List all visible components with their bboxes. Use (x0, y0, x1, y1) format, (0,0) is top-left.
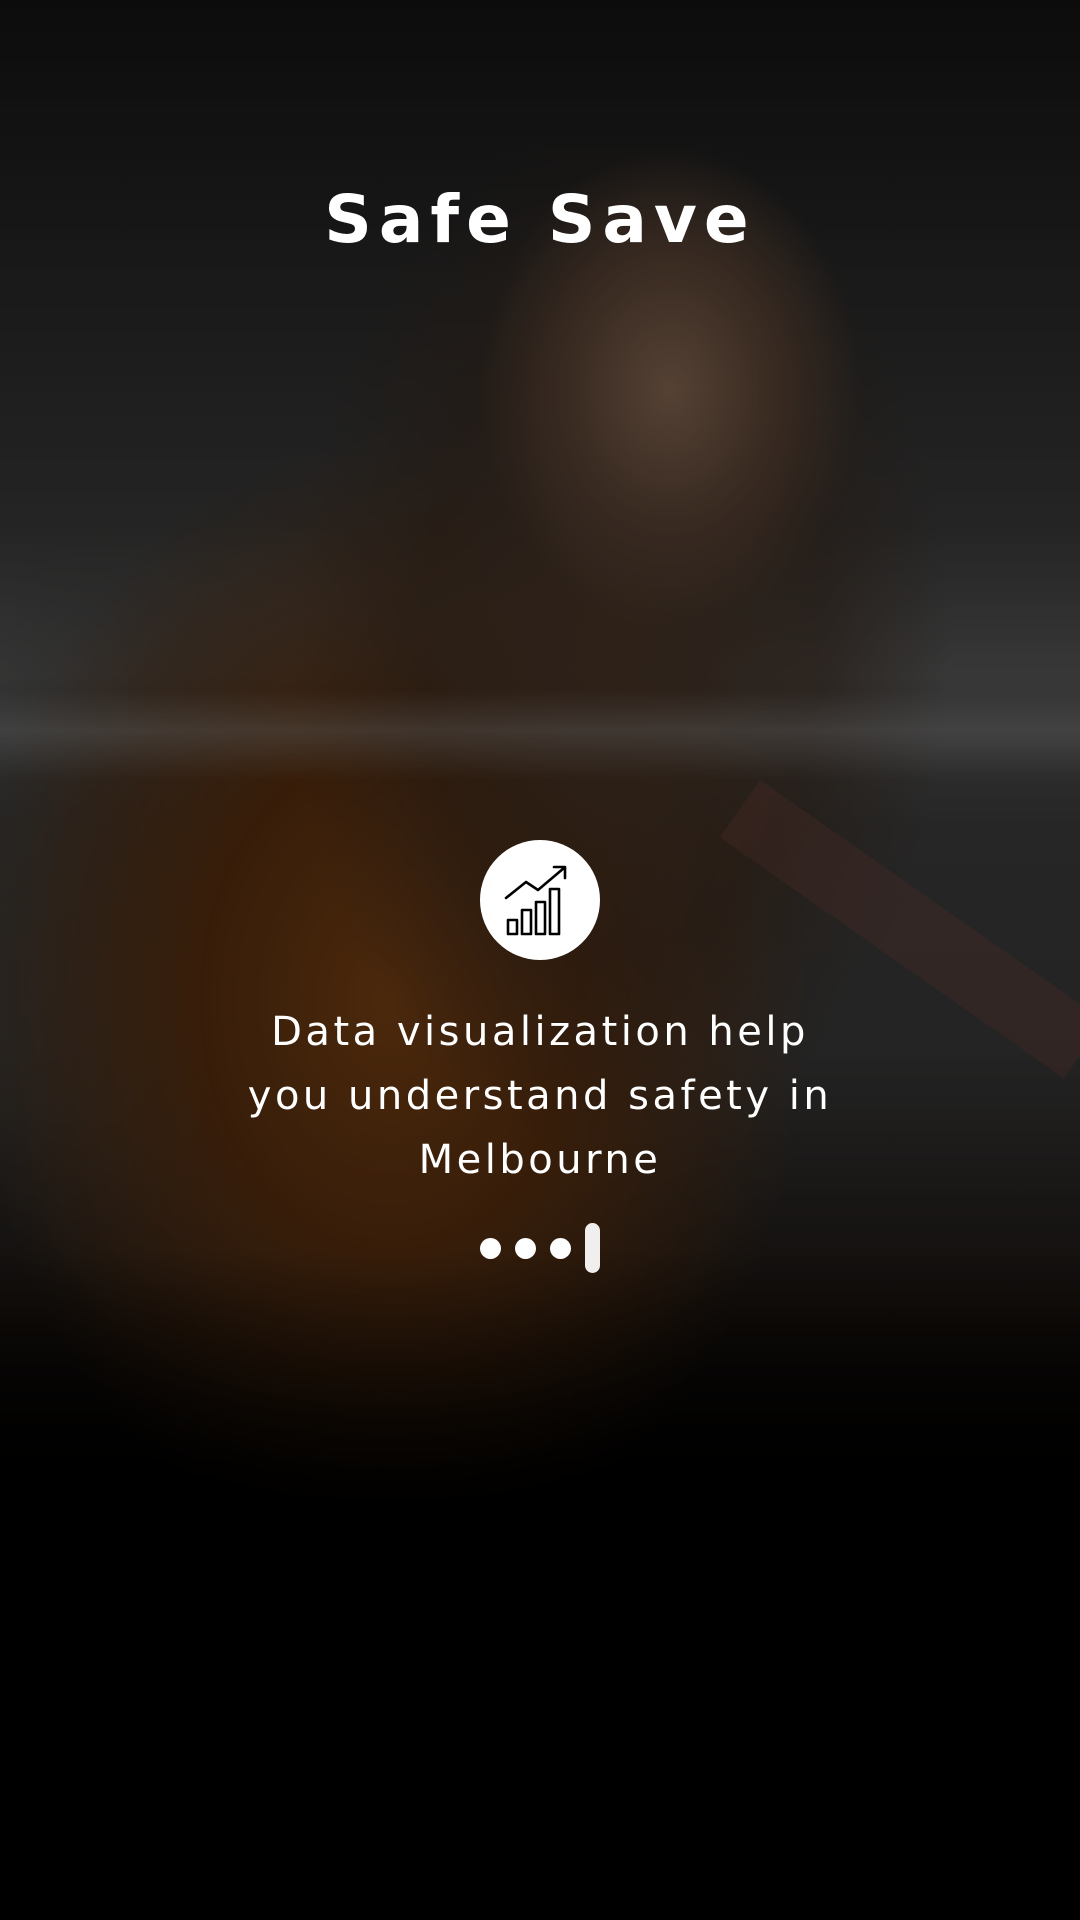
page-dot-active[interactable] (585, 1223, 600, 1273)
page-dot[interactable] (515, 1237, 536, 1259)
onboarding-screen: Safe Save Data visualization help you un… (0, 0, 1080, 1920)
app-title: Safe Save (324, 181, 756, 258)
chart-growth-icon (480, 840, 600, 960)
slide-caption: Data visualization help you understand s… (247, 1009, 833, 1183)
page-dot[interactable] (480, 1237, 501, 1259)
page-dot[interactable] (550, 1237, 571, 1259)
page-indicator[interactable] (0, 1223, 1080, 1273)
